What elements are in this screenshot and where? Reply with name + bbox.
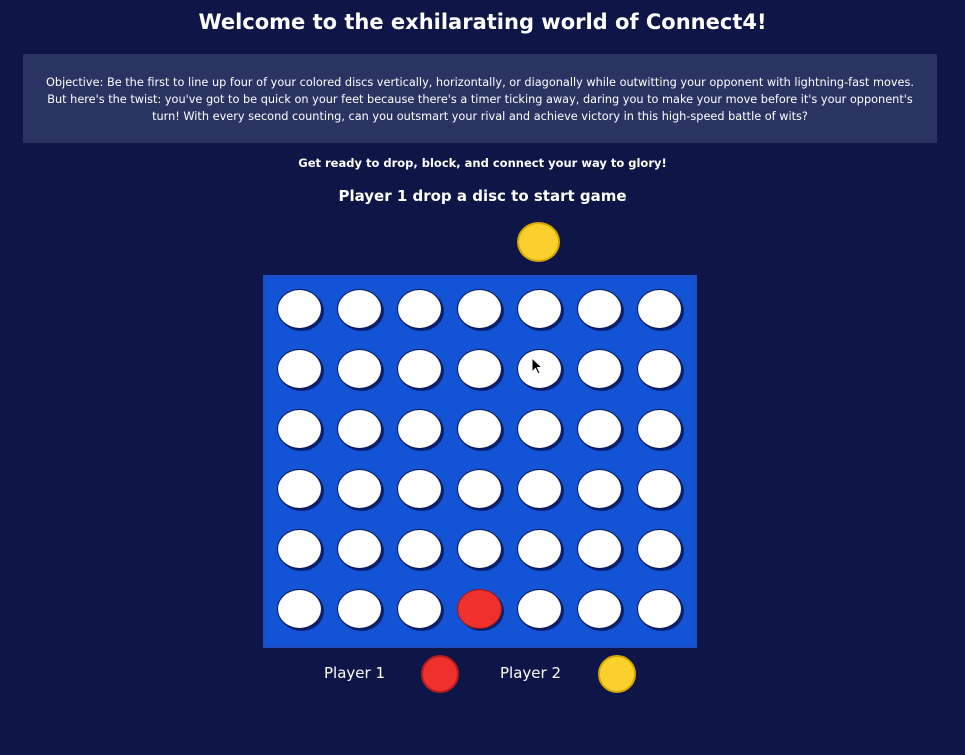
board-cell-r1-c2[interactable] xyxy=(337,289,382,329)
board-cell-r3-c1[interactable] xyxy=(277,409,322,449)
board-cell-r5-c5[interactable] xyxy=(517,529,562,569)
board-cell-r4-c5[interactable] xyxy=(517,469,562,509)
board-cell-r2-c4[interactable] xyxy=(457,349,502,389)
board-cell-r2-c2[interactable] xyxy=(337,349,382,389)
board-cell-r1-c3[interactable] xyxy=(397,289,442,329)
board-cell-r4-c1[interactable] xyxy=(277,469,322,509)
board-cell-r3-c3[interactable] xyxy=(397,409,442,449)
board-cell-r1-c5[interactable] xyxy=(517,289,562,329)
board-cell-r4-c7[interactable] xyxy=(637,469,682,509)
board-cell-r5-c1[interactable] xyxy=(277,529,322,569)
board-cell-r5-c3[interactable] xyxy=(397,529,442,569)
board-cell-r3-c6[interactable] xyxy=(577,409,622,449)
board-cell-r6-c6[interactable] xyxy=(577,589,622,629)
game-status: Player 1 drop a disc to start game xyxy=(338,187,627,205)
board-cell-r2-c1[interactable] xyxy=(277,349,322,389)
board-cell-r1-c1[interactable] xyxy=(277,289,322,329)
board-cell-r2-c3[interactable] xyxy=(397,349,442,389)
board-cell-r1-c4[interactable] xyxy=(457,289,502,329)
game-board[interactable] xyxy=(263,275,697,648)
board-cell-r1-c7[interactable] xyxy=(637,289,682,329)
board-cell-r4-c4[interactable] xyxy=(457,469,502,509)
board-cell-r3-c5[interactable] xyxy=(517,409,562,449)
board-cell-r4-c2[interactable] xyxy=(337,469,382,509)
board-cell-r5-c6[interactable] xyxy=(577,529,622,569)
board-cell-r6-c5[interactable] xyxy=(517,589,562,629)
page-title: Welcome to the exhilarating world of Con… xyxy=(198,10,767,34)
board-cell-r4-c3[interactable] xyxy=(397,469,442,509)
board-cell-r2-c6[interactable] xyxy=(577,349,622,389)
board-cell-r6-c7[interactable] xyxy=(637,589,682,629)
board-cell-r6-c1[interactable] xyxy=(277,589,322,629)
board-cell-r1-c6[interactable] xyxy=(577,289,622,329)
board-cell-r3-c2[interactable] xyxy=(337,409,382,449)
objective-text: Objective: Be the first to line up four … xyxy=(46,76,914,123)
mouse-cursor-icon xyxy=(531,357,543,375)
legend-player1-disc xyxy=(421,655,459,693)
legend-player2-disc xyxy=(598,655,636,693)
tagline: Get ready to drop, block, and connect yo… xyxy=(298,156,667,170)
drop-preview-disc[interactable] xyxy=(517,222,560,262)
board-cell-r6-c2[interactable] xyxy=(337,589,382,629)
objective-panel: Objective: Be the first to line up four … xyxy=(23,54,937,143)
board-cell-r3-c7[interactable] xyxy=(637,409,682,449)
board-cell-r6-c4[interactable] xyxy=(457,589,502,629)
board-cell-r3-c4[interactable] xyxy=(457,409,502,449)
legend-player2-label: Player 2 xyxy=(500,664,561,682)
board-cell-r6-c3[interactable] xyxy=(397,589,442,629)
board-cell-r4-c6[interactable] xyxy=(577,469,622,509)
board-cell-r5-c7[interactable] xyxy=(637,529,682,569)
board-cell-r5-c4[interactable] xyxy=(457,529,502,569)
board-cell-r5-c2[interactable] xyxy=(337,529,382,569)
legend-player1-label: Player 1 xyxy=(324,664,385,682)
board-cell-r2-c7[interactable] xyxy=(637,349,682,389)
